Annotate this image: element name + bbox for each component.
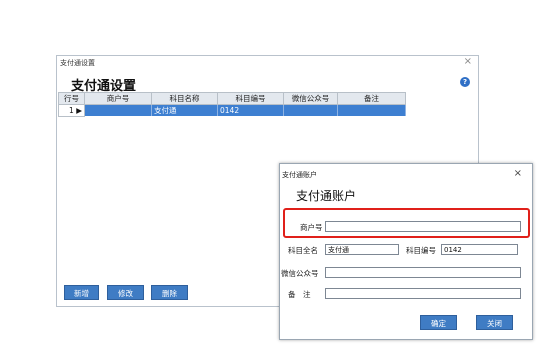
account-dialog: 支付通账户 × 支付通账户 商户号 科目全名 科目编号 微信公众号 备 注 确定… [279,163,533,340]
wechat-cell[interactable] [283,104,338,116]
settings-titlebar: 支付通设置 × [57,56,478,70]
close-icon[interactable]: × [464,56,472,67]
remark-label: 备 注 [288,290,311,299]
ok-button[interactable]: 确定 [420,315,457,330]
account-code-field[interactable] [441,244,518,255]
dialog-close-icon[interactable]: × [514,168,522,179]
add-button[interactable]: 新增 [64,285,99,300]
wechat-label: 微信公众号 [281,269,319,278]
merchant-cell[interactable] [84,104,152,116]
column-header-account-code[interactable]: 科目编号 [217,92,284,105]
column-header-wechat[interactable]: 微信公众号 [283,92,338,105]
merchant-highlight-box [283,208,530,238]
remark-field[interactable] [325,288,521,299]
settings-window-title: 支付通设置 [60,59,95,67]
dialog-heading: 支付通账户 [296,189,357,203]
edit-button[interactable]: 修改 [107,285,144,300]
row-number: 1 [69,105,74,115]
account-code-cell[interactable]: 0142 [217,104,284,116]
row-number-cell[interactable]: 1 ▶ [58,104,85,117]
column-header-row-no[interactable]: 行号 [58,92,85,105]
delete-button[interactable]: 删除 [151,285,188,300]
column-header-account-name[interactable]: 科目名称 [151,92,218,105]
account-code-label: 科目编号 [406,246,436,255]
remark-cell[interactable] [337,104,406,116]
account-fullname-field[interactable] [325,244,399,255]
close-button[interactable]: 关闭 [476,315,513,330]
account-fullname-label: 科目全名 [288,246,318,255]
wechat-field[interactable] [325,267,521,278]
column-header-merchant[interactable]: 商户号 [84,92,152,105]
account-name-cell[interactable]: 支付通 [151,104,218,116]
table-header: 行号 商户号 科目名称 科目编号 微信公众号 备注 [58,92,406,105]
current-row-arrow-icon: ▶ [76,105,82,115]
help-icon[interactable]: ? [460,77,470,87]
table-row[interactable]: 1 ▶ 支付通 0142 [58,104,406,117]
dialog-title: 支付通账户 [282,171,317,179]
column-header-remark[interactable]: 备注 [337,92,406,105]
settings-table: 行号 商户号 科目名称 科目编号 微信公众号 备注 1 ▶ 支付通 0142 [58,92,406,117]
